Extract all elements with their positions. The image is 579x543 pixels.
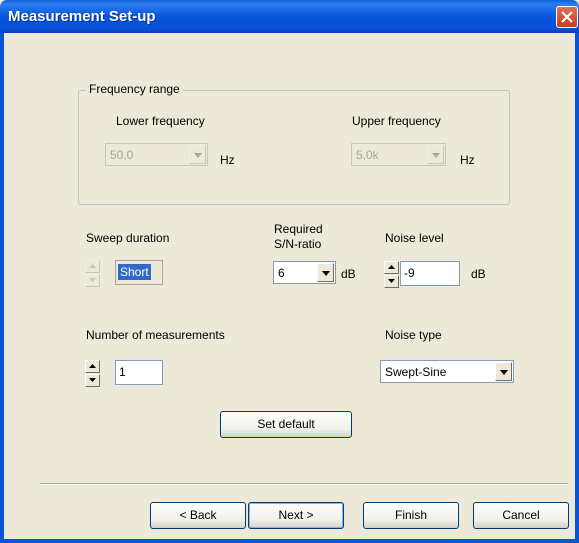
noise-type-select[interactable]: Swept-Sine — [380, 360, 514, 383]
noise-level-spinner[interactable] — [384, 261, 399, 288]
measurements-down-button[interactable] — [85, 374, 100, 387]
sn-ratio-select[interactable]: 6 — [273, 261, 336, 284]
chevron-down-icon — [432, 153, 440, 158]
lower-frequency-unit: Hz — [220, 153, 235, 167]
set-default-button[interactable]: Set default — [220, 411, 352, 438]
sweep-up-button[interactable] — [85, 260, 100, 273]
back-button[interactable]: < Back — [150, 502, 246, 529]
upper-frequency-unit: Hz — [460, 153, 475, 167]
spin-down-icon — [388, 279, 395, 283]
sn-ratio-label-line1: Required — [274, 222, 323, 236]
noise-level-value: -9 — [404, 266, 415, 280]
close-button[interactable] — [556, 6, 578, 28]
spin-up-icon — [89, 264, 96, 268]
sn-ratio-label-line2: S/N-ratio — [274, 237, 322, 251]
spin-up-icon — [388, 265, 395, 269]
measurements-up-button[interactable] — [85, 360, 100, 373]
noise-type-label: Noise type — [385, 328, 442, 342]
sweep-duration-field[interactable]: Short — [115, 260, 163, 285]
sn-ratio-dropdown[interactable] — [317, 263, 334, 282]
lower-frequency-select[interactable]: 50,0 — [105, 143, 208, 166]
close-icon — [561, 11, 573, 23]
window-frame-left — [0, 33, 4, 543]
sweep-down-button[interactable] — [85, 274, 100, 287]
noise-level-input[interactable]: -9 — [400, 261, 460, 286]
cancel-button[interactable]: Cancel — [473, 502, 569, 529]
upper-frequency-select[interactable]: 5,0k — [351, 143, 446, 166]
sweep-duration-label: Sweep duration — [86, 231, 170, 245]
noise-level-unit: dB — [471, 267, 486, 281]
sweep-duration-value: Short — [118, 264, 151, 280]
measurements-value: 1 — [119, 365, 126, 379]
window-title: Measurement Set-up — [8, 8, 156, 25]
upper-frequency-label: Upper frequency — [352, 114, 441, 128]
sn-ratio-unit: dB — [341, 267, 356, 281]
footer-separator — [40, 483, 568, 485]
spin-down-icon — [89, 378, 96, 382]
measurements-label: Number of measurements — [86, 328, 225, 342]
window-frame-right — [575, 33, 579, 543]
chevron-down-icon — [500, 370, 508, 375]
title-bar: Measurement Set-up — [0, 0, 579, 33]
upper-frequency-value: 5,0k — [356, 148, 379, 162]
measurements-input[interactable]: 1 — [115, 360, 163, 385]
window-frame-bottom — [0, 539, 579, 543]
finish-button[interactable]: Finish — [363, 502, 459, 529]
noise-level-label: Noise level — [385, 231, 444, 245]
spin-up-icon — [89, 364, 96, 368]
next-button[interactable]: Next > — [248, 502, 344, 529]
sn-ratio-value: 6 — [278, 266, 285, 280]
chevron-down-icon — [194, 153, 202, 158]
noise-type-value: Swept-Sine — [385, 365, 447, 379]
spin-down-icon — [89, 278, 96, 282]
measurements-spinner[interactable] — [85, 360, 100, 387]
lower-frequency-dropdown[interactable] — [189, 145, 206, 164]
noise-level-down-button[interactable] — [384, 275, 399, 288]
noise-type-dropdown[interactable] — [495, 362, 512, 381]
lower-frequency-value: 50,0 — [110, 148, 134, 162]
frequency-range-label: Frequency range — [86, 82, 183, 96]
chevron-down-icon — [322, 271, 330, 276]
sweep-duration-spinner[interactable] — [85, 260, 100, 287]
lower-frequency-label: Lower frequency — [116, 114, 205, 128]
noise-level-up-button[interactable] — [384, 261, 399, 274]
upper-frequency-dropdown[interactable] — [427, 145, 444, 164]
